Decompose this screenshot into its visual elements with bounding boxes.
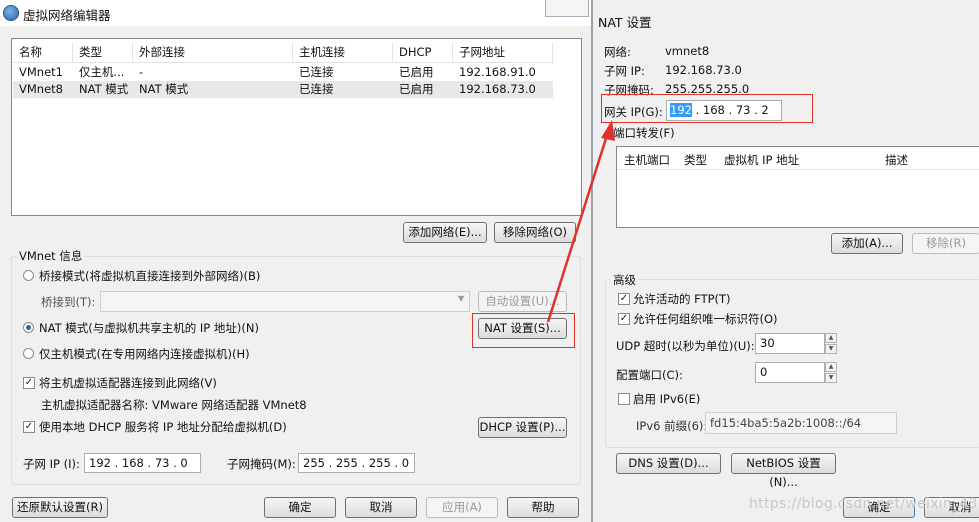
arrow-head-icon xyxy=(601,120,615,141)
annotation-arrow xyxy=(546,120,615,323)
arrow-line xyxy=(546,131,610,323)
